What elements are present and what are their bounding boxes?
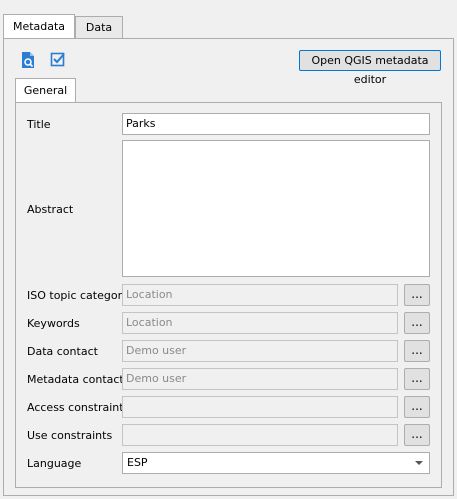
metadata-contact-label: Metadata contact [27,373,124,386]
chevron-down-icon [415,461,423,465]
use-constraints-button[interactable]: ... [404,424,430,446]
search-document-icon[interactable] [20,51,38,69]
access-constraints-label: Access constraints [27,401,130,414]
tab-metadata[interactable]: Metadata [3,14,75,38]
open-metadata-editor-button[interactable]: Open QGIS metadata editor [299,50,441,86]
metadata-contact-button[interactable]: ... [404,368,430,390]
language-label: Language [27,457,82,470]
keywords-button[interactable]: ... [404,312,430,334]
data-contact-button[interactable]: ... [404,340,430,362]
access-constraints-field [122,396,398,418]
access-constraints-button[interactable]: ... [404,396,430,418]
keywords-field: Location [122,312,398,334]
iso-topic-label: ISO topic category [27,289,129,302]
title-label: Title [27,118,51,131]
title-input[interactable]: Parks [122,113,430,135]
data-contact-label: Data contact [27,345,98,358]
tab-data[interactable]: Data [75,16,123,38]
abstract-textarea[interactable] [122,140,430,277]
checkbox-check-icon[interactable] [50,51,68,69]
iso-topic-field: Location [122,284,398,306]
use-constraints-label: Use constraints [27,429,113,442]
tab-general[interactable]: General [15,78,76,102]
use-constraints-field [122,424,398,446]
data-contact-field: Demo user [122,340,398,362]
keywords-label: Keywords [27,317,80,330]
language-value: ESP [127,456,148,469]
iso-topic-button[interactable]: ... [404,284,430,306]
metadata-contact-field: Demo user [122,368,398,390]
language-select[interactable]: ESP [122,452,430,474]
abstract-label: Abstract [27,203,74,216]
